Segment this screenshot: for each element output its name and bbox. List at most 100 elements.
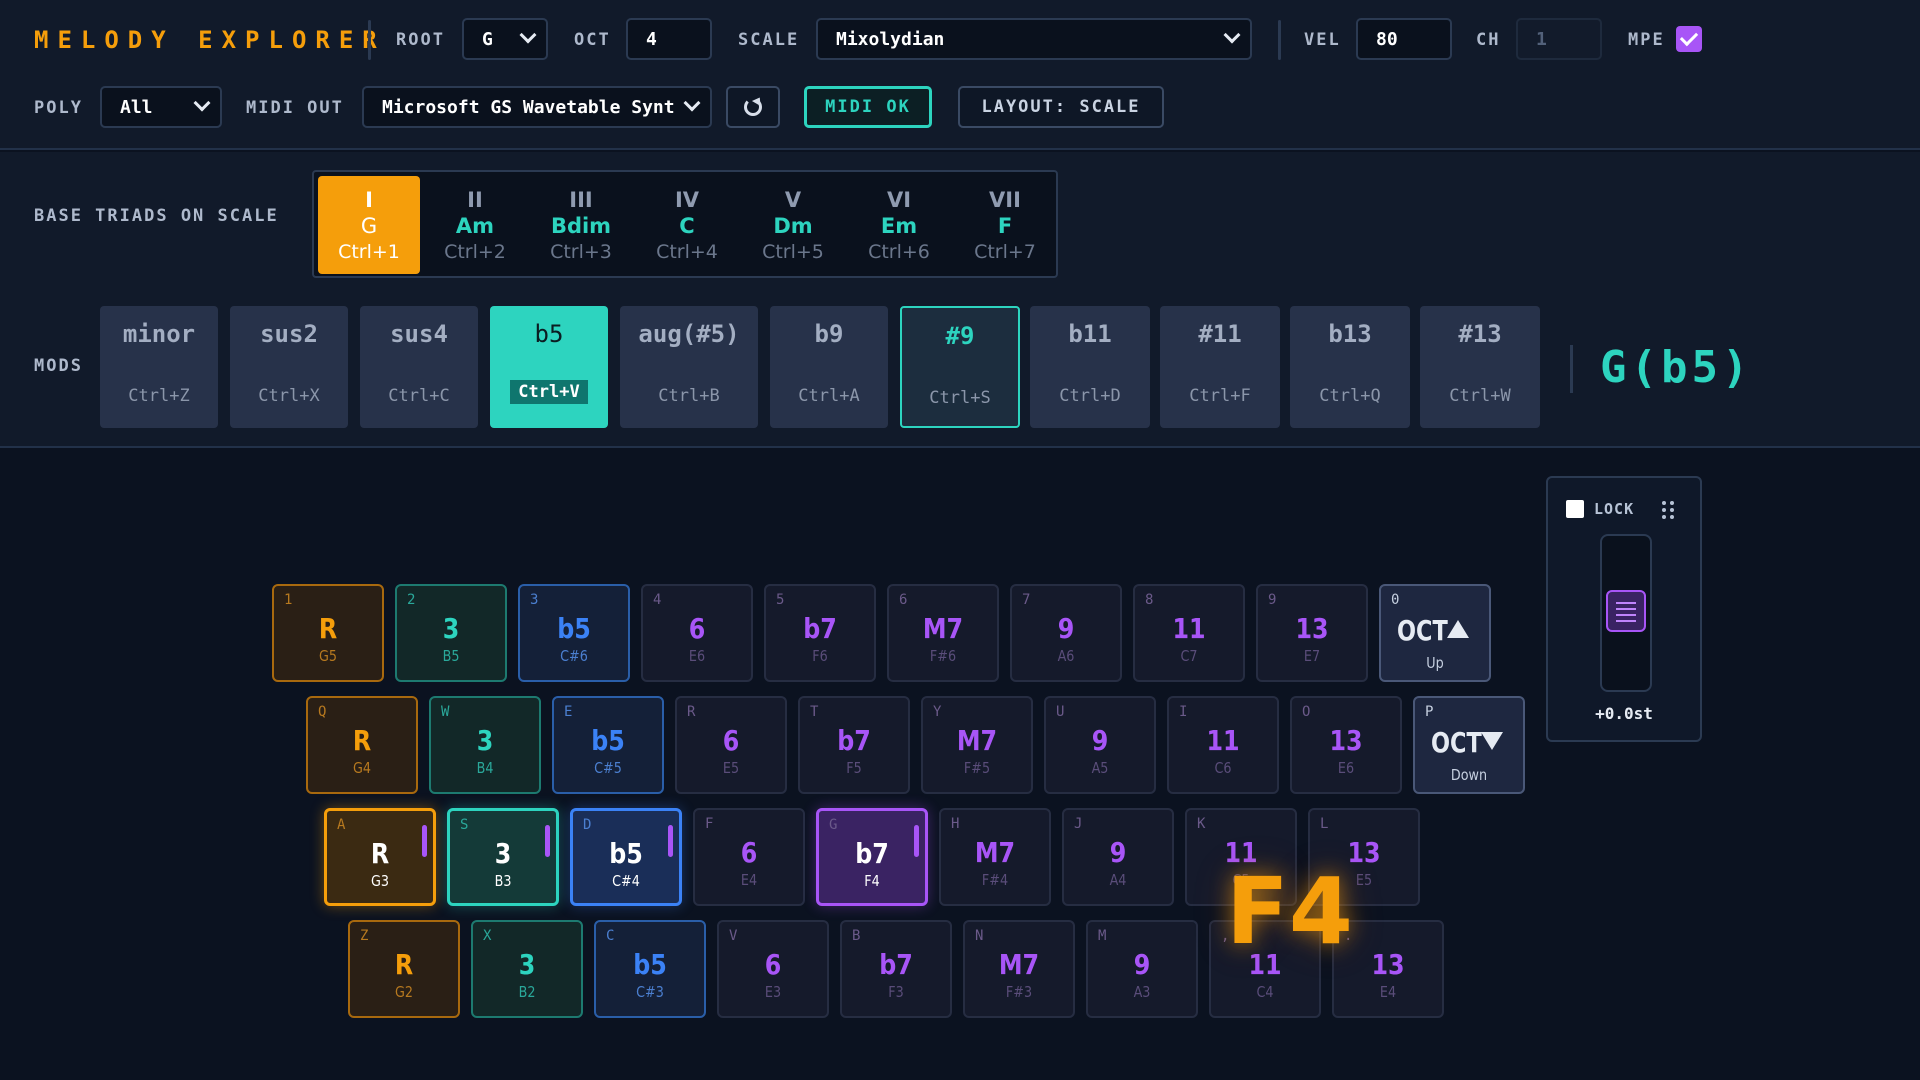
key-e5[interactable]: R 6 E5 — [675, 696, 787, 794]
key-csharp5[interactable]: Eb5 C#5 — [552, 696, 664, 794]
octave-label: OCT — [1431, 726, 1482, 759]
key-shortcut: 9 — [1268, 592, 1277, 608]
key-b2[interactable]: X 3 B2 — [471, 920, 583, 1018]
key-shortcut: B — [852, 928, 861, 944]
triad-button-i[interactable]: I G Ctrl+1 — [318, 176, 420, 274]
chord-divider — [1570, 345, 1573, 393]
key-shortcut: Z — [360, 928, 369, 944]
mpe-checkbox[interactable] — [1676, 26, 1702, 52]
midi-status-button[interactable]: MIDI OK — [804, 86, 932, 128]
key-shortcut: 6 — [899, 592, 908, 608]
mod-button-sharp13[interactable]: #13 Ctrl+W — [1420, 306, 1540, 428]
scale-value: Mixolydian — [836, 28, 945, 50]
vel-label: VEL — [1304, 30, 1341, 50]
key-interval: b7 — [837, 724, 871, 757]
mod-name: b5 — [534, 320, 564, 348]
key-b5[interactable]: 2 3 B5 — [395, 584, 507, 682]
triad-button-iii[interactable]: III Bdim Ctrl+3 — [530, 176, 632, 274]
oct-input[interactable]: 4 — [626, 18, 712, 60]
key-e7[interactable]: 9 13 E7 — [1256, 584, 1368, 682]
mod-name: #13 — [1458, 320, 1502, 348]
key-g3[interactable]: A R G3 — [324, 808, 436, 906]
layout-button[interactable]: LAYOUT: SCALE — [958, 86, 1164, 128]
mod-button-b9[interactable]: b9 Ctrl+A — [770, 306, 888, 428]
key-csharp6[interactable]: 3 b5 C#6 — [518, 584, 630, 682]
mod-button-sus4[interactable]: sus4 Ctrl+C — [360, 306, 478, 428]
midi-out-select[interactable]: Microsoft GS Wavetable Synth — [362, 86, 712, 128]
key-shortcut: S — [460, 817, 469, 833]
octave-up-button[interactable]: 0 OCT Up — [1379, 584, 1491, 682]
toolbar-divider — [368, 20, 371, 60]
key-f5[interactable]: Tb7 F5 — [798, 696, 910, 794]
mod-shortcut: Ctrl+W — [1449, 386, 1511, 406]
key-shortcut: 7 — [1022, 592, 1031, 608]
mod-button-sus2[interactable]: sus2 Ctrl+X — [230, 306, 348, 428]
key-f3[interactable]: Bb7 F3 — [840, 920, 952, 1018]
mod-button-b13[interactable]: b13 Ctrl+Q — [1290, 306, 1410, 428]
triad-button-iv[interactable]: IV C Ctrl+4 — [636, 176, 738, 274]
mod-button-sharp9[interactable]: #9 Ctrl+S — [900, 306, 1020, 428]
key-e6[interactable]: 4 6 E6 — [641, 584, 753, 682]
key-fsharp6[interactable]: 6 M7 F#6 — [887, 584, 999, 682]
pitch-bend-slider[interactable] — [1600, 534, 1652, 692]
key-note: E3 — [764, 983, 782, 1001]
mod-button-b11[interactable]: b11 Ctrl+D — [1030, 306, 1150, 428]
key-e6[interactable]: O 13 E6 — [1290, 696, 1402, 794]
root-select[interactable]: G — [462, 18, 548, 60]
triad-button-v[interactable]: V Dm Ctrl+5 — [742, 176, 844, 274]
key-fsharp4[interactable]: H M7 F#4 — [939, 808, 1051, 906]
key-e4[interactable]: F 6 E4 — [693, 808, 805, 906]
mod-shortcut: Ctrl+A — [798, 386, 860, 406]
triad-button-vi[interactable]: VI Em Ctrl+6 — [848, 176, 950, 274]
key-g5[interactable]: 1 R G5 — [272, 584, 384, 682]
triad-degree: VII — [989, 188, 1021, 212]
key-b3[interactable]: S 3 B3 — [447, 808, 559, 906]
slider-thumb[interactable] — [1606, 590, 1646, 632]
refresh-button[interactable] — [726, 86, 780, 128]
key-shortcut: 5 — [776, 592, 785, 608]
lock-checkbox[interactable] — [1566, 500, 1584, 518]
key-f6[interactable]: 5 b7 F6 — [764, 584, 876, 682]
mod-button-aug5[interactable]: aug(#5) Ctrl+B — [620, 306, 758, 428]
key-interval: 3 — [442, 612, 460, 645]
triad-name: C — [679, 214, 695, 238]
triad-name: Am — [455, 214, 495, 238]
key-a3[interactable]: M 9 A3 — [1086, 920, 1198, 1018]
drag-handle-icon[interactable] — [1662, 501, 1676, 519]
key-c7[interactable]: 8 11 C7 — [1133, 584, 1245, 682]
key-e3[interactable]: V 6 E3 — [717, 920, 829, 1018]
key-g4[interactable]: Q R G4 — [306, 696, 418, 794]
triad-button-ii[interactable]: II Am Ctrl+2 — [424, 176, 526, 274]
key-csharp4[interactable]: Db5 C#4 — [570, 808, 682, 906]
key-c6[interactable]: I 11 C6 — [1167, 696, 1279, 794]
key-a4[interactable]: J 9 A4 — [1062, 808, 1174, 906]
triad-degree: V — [784, 188, 802, 212]
key-note: E5 — [722, 759, 740, 777]
mod-shortcut: Ctrl+F — [1189, 386, 1251, 406]
key-note: E4 — [740, 871, 758, 889]
key-note: A6 — [1057, 647, 1075, 665]
key-f4[interactable]: Gb7 F4 — [816, 808, 928, 906]
mod-button-minor[interactable]: minor Ctrl+Z — [100, 306, 218, 428]
velocity-input[interactable]: 80 — [1356, 18, 1452, 60]
triad-button-vii[interactable]: VII F Ctrl+7 — [954, 176, 1056, 274]
scale-select[interactable]: Mixolydian — [816, 18, 1252, 60]
key-fsharp5[interactable]: Y M7 F#5 — [921, 696, 1033, 794]
key-b4[interactable]: W 3 B4 — [429, 696, 541, 794]
poly-select[interactable]: All — [100, 86, 222, 128]
channel-input[interactable]: 1 — [1516, 18, 1602, 60]
triad-shortcut: Ctrl+1 — [338, 241, 400, 263]
triad-degree: I — [365, 188, 373, 212]
mod-button-b5[interactable]: b5 Ctrl+V — [490, 306, 608, 428]
root-value: G — [482, 28, 493, 50]
key-shortcut: E — [564, 704, 573, 720]
mod-button-sharp11[interactable]: #11 Ctrl+F — [1160, 306, 1280, 428]
key-g2[interactable]: Z R G2 — [348, 920, 460, 1018]
octave-down-button[interactable]: P OCT Down — [1413, 696, 1525, 794]
mod-name: sus4 — [390, 320, 448, 348]
key-fsharp3[interactable]: N M7 F#3 — [963, 920, 1075, 1018]
key-interval: M7 — [956, 724, 998, 757]
key-a5[interactable]: U 9 A5 — [1044, 696, 1156, 794]
key-csharp3[interactable]: Cb5 C#3 — [594, 920, 706, 1018]
key-a6[interactable]: 7 9 A6 — [1010, 584, 1122, 682]
